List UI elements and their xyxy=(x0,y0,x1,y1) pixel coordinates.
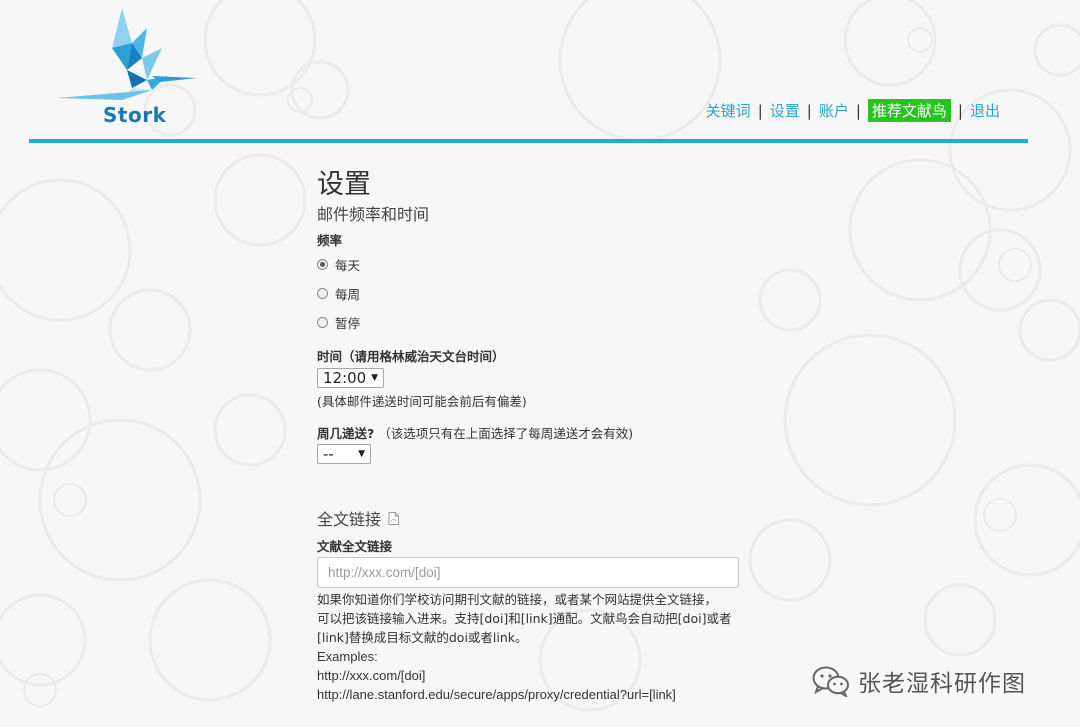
radio-weekly[interactable] xyxy=(317,288,328,299)
time-select-value: 12:00 xyxy=(323,369,367,387)
weekday-select-value: -- xyxy=(323,445,334,463)
nav-keywords-link[interactable]: 关键词 xyxy=(706,100,751,121)
frequency-option-weekly[interactable]: 每周 xyxy=(317,284,360,303)
time-select[interactable]: 12:00 ▼ xyxy=(317,368,384,388)
radio-daily[interactable] xyxy=(317,259,328,270)
frequency-option-daily[interactable]: 每天 xyxy=(317,255,360,274)
example-url: http://xxx.com/[doi] xyxy=(317,668,426,683)
watermark: 张老湿科研作图 xyxy=(812,664,1026,698)
radio-pause[interactable] xyxy=(317,317,328,328)
watermark-text: 张老湿科研作图 xyxy=(858,671,1026,697)
help-text: 如果你知道你们学校访问期刊文献的链接，或者某个网站提供全文链接， xyxy=(317,592,718,607)
nav-settings-link[interactable]: 设置 xyxy=(770,100,800,121)
pdf-icon xyxy=(388,511,400,525)
fulltext-help: 如果你知道你们学校访问期刊文献的链接，或者某个网站提供全文链接， 可以把该链接输… xyxy=(317,590,757,704)
top-nav: 关键词 | 设置 | 账户 | 推荐文献鸟 | 退出 xyxy=(706,99,1000,122)
brand-name: Stork xyxy=(103,103,167,127)
frequency-option-pause[interactable]: 暂停 xyxy=(317,313,360,332)
nav-separator: | xyxy=(855,101,861,120)
dropdown-arrow-icon: ▼ xyxy=(358,449,365,459)
fulltext-link-input[interactable] xyxy=(317,557,739,588)
nav-recommend-button[interactable]: 推荐文献鸟 xyxy=(867,99,951,122)
frequency-option-label: 暂停 xyxy=(335,316,361,331)
time-label: 时间（请用格林威治天文台时间） xyxy=(317,349,505,364)
frequency-option-label: 每天 xyxy=(335,258,361,273)
help-text: [link]替换成目标文献的doi或者link。 xyxy=(317,630,528,645)
examples-label: Examples: xyxy=(317,649,378,664)
header-divider xyxy=(29,139,1028,143)
dropdown-arrow-icon: ▼ xyxy=(371,373,378,383)
nav-separator: | xyxy=(957,101,963,120)
time-note: (具体邮件递送时间可能会前后有偏差) xyxy=(317,394,527,409)
weekday-row: 周几递送? （该选项只有在上面选择了每周递送才会有效) xyxy=(317,423,633,442)
wechat-icon xyxy=(812,666,849,697)
settings-page: Stork 关键词 | 设置 | 账户 | 推荐文献鸟 | 退出 设置 邮件频率… xyxy=(0,0,1080,727)
help-text: 可以把该链接输入进来。支持[doi]和[link]通配。文献鸟会自动把[doi]… xyxy=(317,611,732,626)
nav-separator: | xyxy=(757,101,763,120)
frequency-option-label: 每周 xyxy=(335,287,361,302)
nav-separator: | xyxy=(806,101,812,120)
fulltext-label: 文献全文链接 xyxy=(317,539,393,554)
weekday-select[interactable]: -- ▼ xyxy=(317,444,371,464)
weekday-note: （该选项只有在上面选择了每周递送才会有效) xyxy=(378,426,634,441)
fulltext-section-title: 全文链接 xyxy=(317,510,382,529)
nav-logout-link[interactable]: 退出 xyxy=(970,100,1000,121)
page-title: 设置 xyxy=(317,169,371,200)
weekday-label: 周几递送? xyxy=(317,426,375,441)
email-section-title: 邮件频率和时间 xyxy=(317,205,430,224)
fulltext-section-title-row: 全文链接 xyxy=(317,506,400,530)
nav-account-link[interactable]: 账户 xyxy=(819,100,849,121)
example-url: http://lane.stanford.edu/secure/apps/pro… xyxy=(317,687,676,702)
frequency-label: 频率 xyxy=(317,233,343,248)
